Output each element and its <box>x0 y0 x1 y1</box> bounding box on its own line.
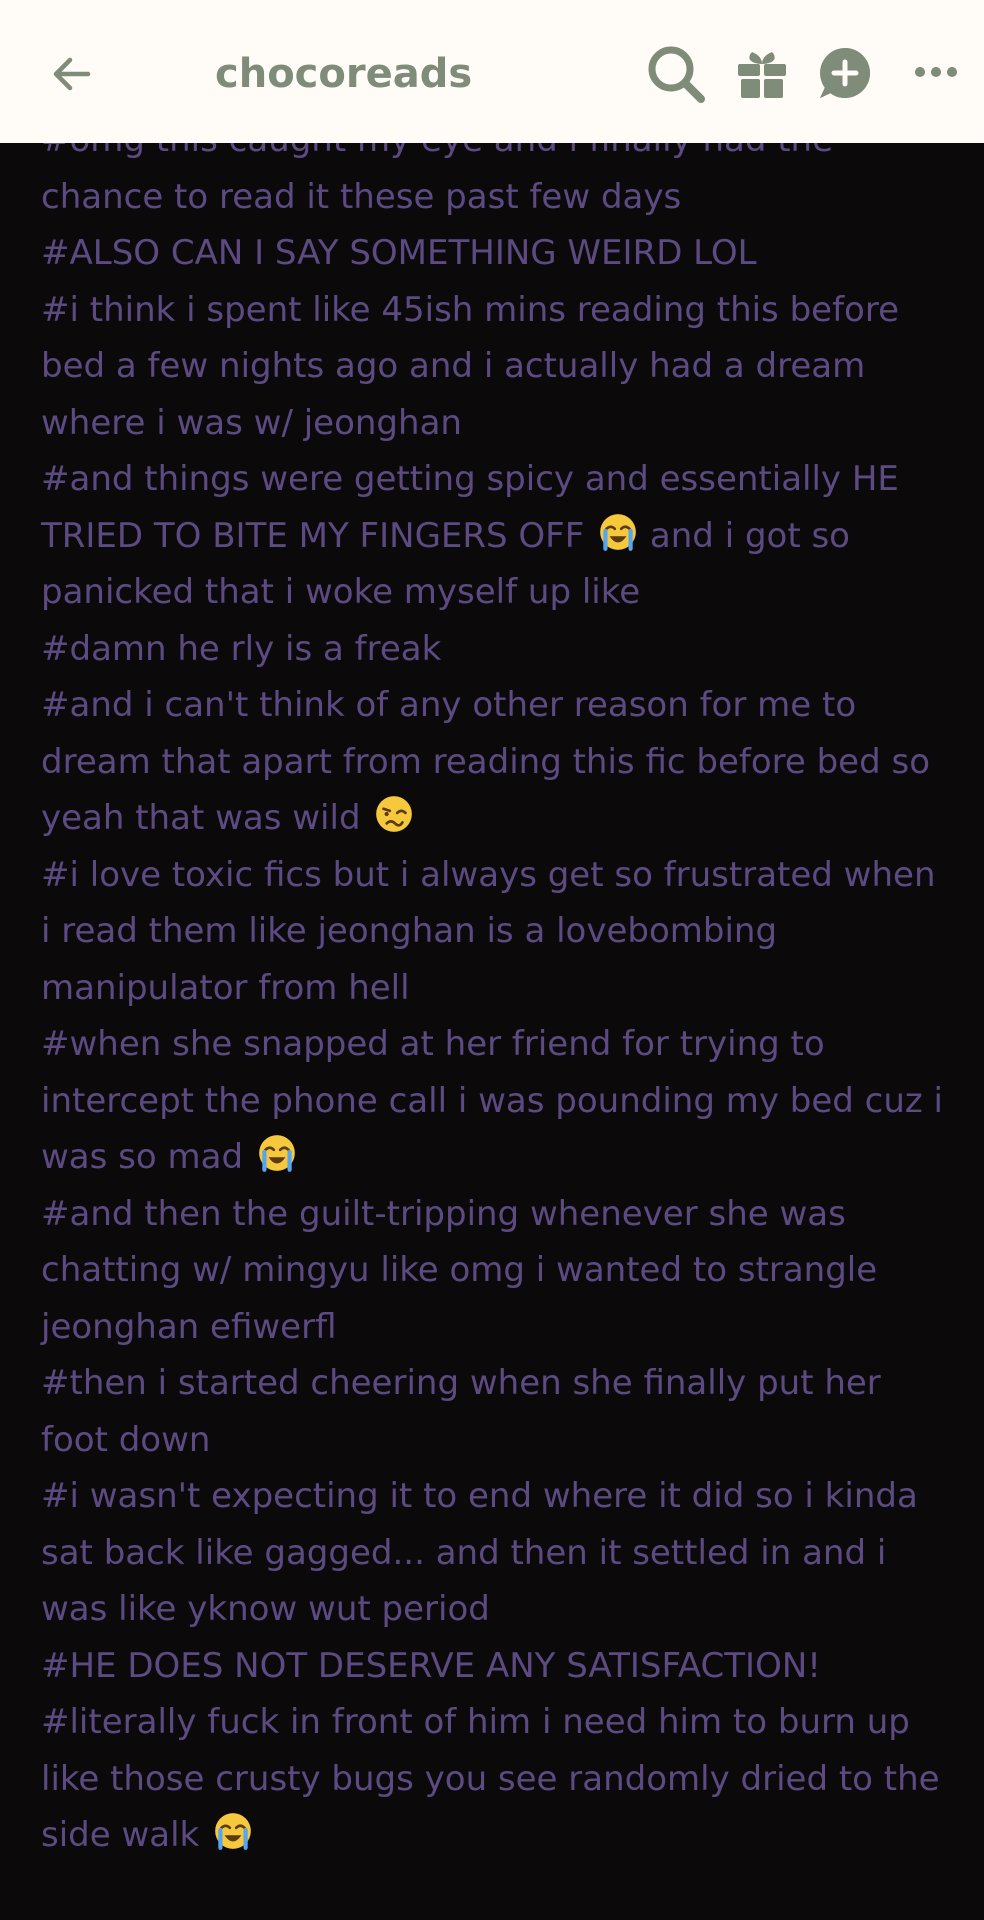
tag[interactable]: #and things were getting spicy and essen… <box>41 451 946 621</box>
tag[interactable]: #i wasn't expecting it to end where it d… <box>41 1468 946 1638</box>
loudly-crying-face-icon <box>258 1135 295 1172</box>
tag[interactable]: #i think i spent like 45ish mins reading… <box>41 282 946 452</box>
tag[interactable]: #damn he rly is a freak <box>41 621 946 678</box>
more-options-icon[interactable] <box>912 60 960 84</box>
tag[interactable]: #i love toxic fics but i always get so f… <box>41 847 946 1017</box>
gift-icon[interactable] <box>734 46 790 102</box>
woozy-face-icon <box>376 796 413 832</box>
top-bar: chocoreads <box>0 0 984 143</box>
loudly-crying-face-icon <box>215 1813 251 1850</box>
post-tags: #omg this caught my eye and i finally ha… <box>41 112 946 1864</box>
tag[interactable]: #and i can't think of any other reason f… <box>41 677 946 847</box>
back-arrow-icon[interactable] <box>48 50 96 98</box>
blog-name[interactable]: chocoreads <box>215 46 472 102</box>
tag-text: #literally fuck in front of him i need h… <box>41 1702 940 1855</box>
tag[interactable]: #HE DOES NOT DESERVE ANY SATISFACTION! <box>41 1638 946 1695</box>
search-icon[interactable] <box>644 42 708 106</box>
tag[interactable]: #and then the guilt-tripping whenever sh… <box>41 1186 946 1356</box>
tag-text: #and i can't think of any other reason f… <box>41 685 930 838</box>
tag[interactable]: #literally fuck in front of him i need h… <box>41 1694 946 1864</box>
loudly-crying-face-icon <box>600 513 636 551</box>
tag[interactable]: #ALSO CAN I SAY SOMETHING WEIRD LOL <box>41 225 946 282</box>
tag-text: #when she snapped at her friend for tryi… <box>41 1024 943 1177</box>
post-content: #omg this caught my eye and i finally ha… <box>0 0 984 1920</box>
tag[interactable]: #then i started cheering when she finall… <box>41 1355 946 1468</box>
new-post-icon[interactable] <box>817 45 873 101</box>
tag[interactable]: #when she snapped at her friend for tryi… <box>41 1016 946 1186</box>
